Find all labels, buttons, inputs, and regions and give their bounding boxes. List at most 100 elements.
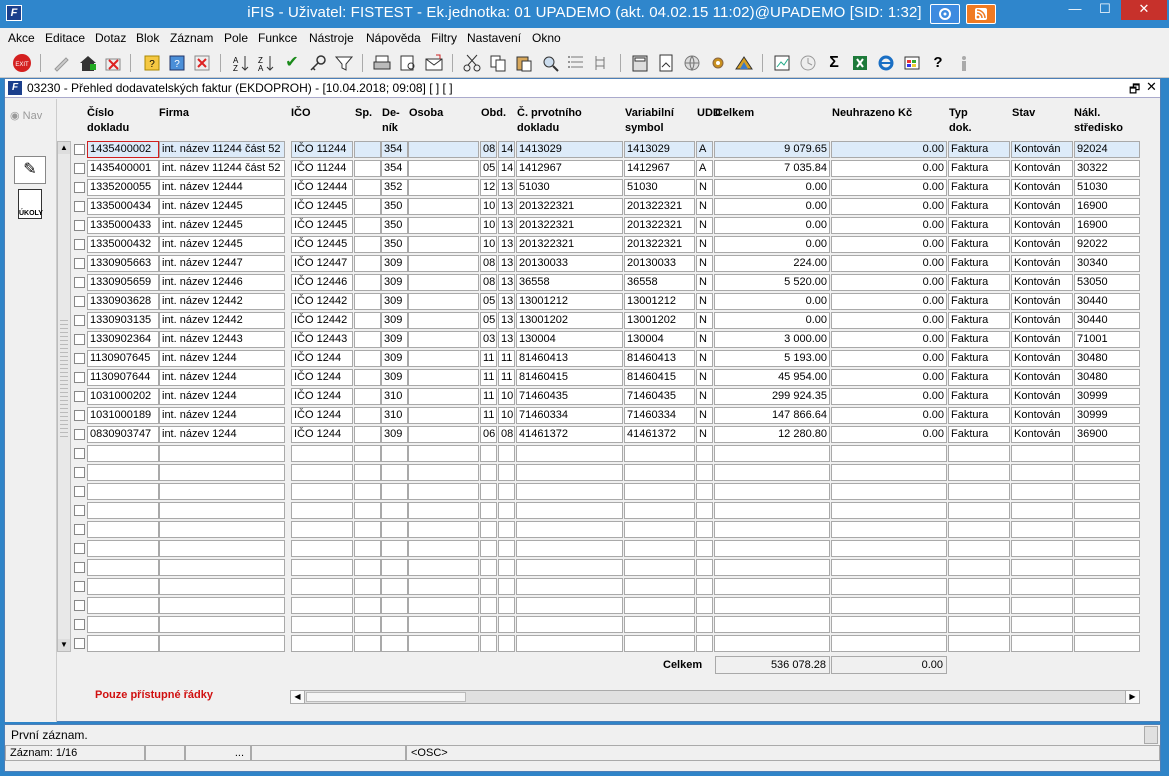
- cell-firma[interactable]: [159, 464, 285, 481]
- cell-ico[interactable]: [291, 578, 353, 595]
- cell-sp[interactable]: [354, 635, 381, 652]
- cell-d[interactable]: 13: [498, 293, 515, 310]
- cell-prvotni[interactable]: 1413029: [516, 141, 623, 158]
- cell-celkem[interactable]: 0.00: [714, 217, 830, 234]
- cell-udd[interactable]: N: [696, 198, 713, 215]
- menu-okno[interactable]: Okno: [532, 31, 561, 45]
- cell-prvotni[interactable]: [516, 597, 623, 614]
- cell-ico[interactable]: IČO 12445: [291, 198, 353, 215]
- cell-vs[interactable]: 36558: [624, 274, 695, 291]
- cell-sp[interactable]: [354, 464, 381, 481]
- list-icon[interactable]: [566, 53, 586, 73]
- cell-ico[interactable]: [291, 521, 353, 538]
- cell-ob[interactable]: 11: [480, 369, 497, 386]
- cell-d[interactable]: [498, 597, 515, 614]
- cell-ico[interactable]: [291, 540, 353, 557]
- cell-firma[interactable]: [159, 483, 285, 500]
- cell-udd[interactable]: [696, 464, 713, 481]
- row-checkbox[interactable]: [74, 201, 85, 212]
- cell-stav[interactable]: Kontován: [1011, 331, 1073, 348]
- cell-ico[interactable]: IČO 12447: [291, 255, 353, 272]
- cell-typ[interactable]: [948, 521, 1010, 538]
- cell-ob[interactable]: [480, 502, 497, 519]
- cell-firma[interactable]: [159, 445, 285, 462]
- cell-prvotni[interactable]: [516, 540, 623, 557]
- row-checkbox[interactable]: [74, 448, 85, 459]
- cell-d[interactable]: 11: [498, 350, 515, 367]
- row-checkbox[interactable]: [74, 258, 85, 269]
- cell-ob[interactable]: 05: [480, 160, 497, 177]
- table-row[interactable]: 1031000202 int. název 1244 IČO 1244 310 11 10…: [5, 387, 1160, 406]
- cell-d[interactable]: 13: [498, 179, 515, 196]
- row-checkbox[interactable]: [74, 391, 85, 402]
- cut-icon[interactable]: [462, 53, 482, 73]
- empty-table-row[interactable]: [5, 482, 1160, 501]
- empty-table-row[interactable]: [5, 520, 1160, 539]
- cell-typ[interactable]: Faktura: [948, 141, 1010, 158]
- cell-osoba[interactable]: [408, 312, 479, 329]
- cell-d[interactable]: [498, 578, 515, 595]
- cell-firma[interactable]: [159, 616, 285, 633]
- cell-firma[interactable]: int. název 12443: [159, 331, 285, 348]
- cell-vs[interactable]: [624, 521, 695, 538]
- col-firma[interactable]: Firma: [159, 106, 189, 121]
- cell-typ[interactable]: Faktura: [948, 388, 1010, 405]
- cell-typ[interactable]: Faktura: [948, 255, 1010, 272]
- cell-stav[interactable]: Kontován: [1011, 274, 1073, 291]
- cell-sp[interactable]: [354, 369, 381, 386]
- row-checkbox[interactable]: [74, 524, 85, 535]
- cell-celkem[interactable]: [714, 502, 830, 519]
- cell-sp[interactable]: [354, 597, 381, 614]
- cell-denik[interactable]: 309: [381, 274, 408, 291]
- cell-stav[interactable]: Kontován: [1011, 407, 1073, 424]
- zoom-icon[interactable]: [540, 53, 560, 73]
- cell-prvotni[interactable]: 201322321: [516, 198, 623, 215]
- cell-prvotni[interactable]: 71460334: [516, 407, 623, 424]
- cell-neuhr[interactable]: [831, 521, 947, 538]
- cell-d[interactable]: [498, 559, 515, 576]
- cell-typ[interactable]: Faktura: [948, 160, 1010, 177]
- cell-vs[interactable]: 81460415: [624, 369, 695, 386]
- cell-ob[interactable]: [480, 559, 497, 576]
- cell-neuhr[interactable]: [831, 464, 947, 481]
- cell-celkem[interactable]: [714, 521, 830, 538]
- cell-firma[interactable]: [159, 559, 285, 576]
- cell-ob[interactable]: 10: [480, 217, 497, 234]
- cell-ob[interactable]: 10: [480, 236, 497, 253]
- cell-ob[interactable]: [480, 616, 497, 633]
- cell-prvotni[interactable]: 13001212: [516, 293, 623, 310]
- cell-prvotni[interactable]: [516, 559, 623, 576]
- cell-firma[interactable]: [159, 540, 285, 557]
- cell-denik[interactable]: [381, 521, 408, 538]
- sort-asc-icon[interactable]: AZ: [231, 53, 251, 73]
- cell-denik[interactable]: 354: [381, 160, 408, 177]
- menu-blok[interactable]: Blok: [136, 31, 159, 45]
- mail-icon[interactable]: [424, 53, 444, 73]
- cell-udd[interactable]: N: [696, 293, 713, 310]
- empty-table-row[interactable]: [5, 634, 1160, 653]
- cell-celkem[interactable]: [714, 559, 830, 576]
- cell-ico[interactable]: [291, 445, 353, 462]
- cell-neuhr[interactable]: 0.00: [831, 255, 947, 272]
- cell-celkem[interactable]: 3 000.00: [714, 331, 830, 348]
- row-checkbox[interactable]: [74, 239, 85, 250]
- col-nakl-stredisko[interactable]: Nákl. středisko: [1074, 106, 1144, 136]
- cell-sp[interactable]: [354, 616, 381, 633]
- cell-celkem[interactable]: [714, 540, 830, 557]
- cell-cislo[interactable]: 1435400001: [87, 160, 159, 177]
- cell-typ[interactable]: Faktura: [948, 331, 1010, 348]
- cell-celkem[interactable]: 0.00: [714, 293, 830, 310]
- info-icon[interactable]: [954, 53, 974, 73]
- cell-prvotni[interactable]: [516, 616, 623, 633]
- cell-udd[interactable]: N: [696, 236, 713, 253]
- cell-stav[interactable]: [1011, 483, 1073, 500]
- cell-stav[interactable]: Kontován: [1011, 388, 1073, 405]
- cell-ico[interactable]: IČO 12444: [291, 179, 353, 196]
- cell-celkem[interactable]: 0.00: [714, 236, 830, 253]
- cell-typ[interactable]: Faktura: [948, 312, 1010, 329]
- table-row[interactable]: 0830903747 int. název 1244 IČO 1244 309 06 08…: [5, 425, 1160, 444]
- cell-cislo[interactable]: [87, 521, 159, 538]
- col-celkem[interactable]: Celkem: [715, 106, 754, 121]
- cell-udd[interactable]: N: [696, 350, 713, 367]
- cell-denik[interactable]: [381, 578, 408, 595]
